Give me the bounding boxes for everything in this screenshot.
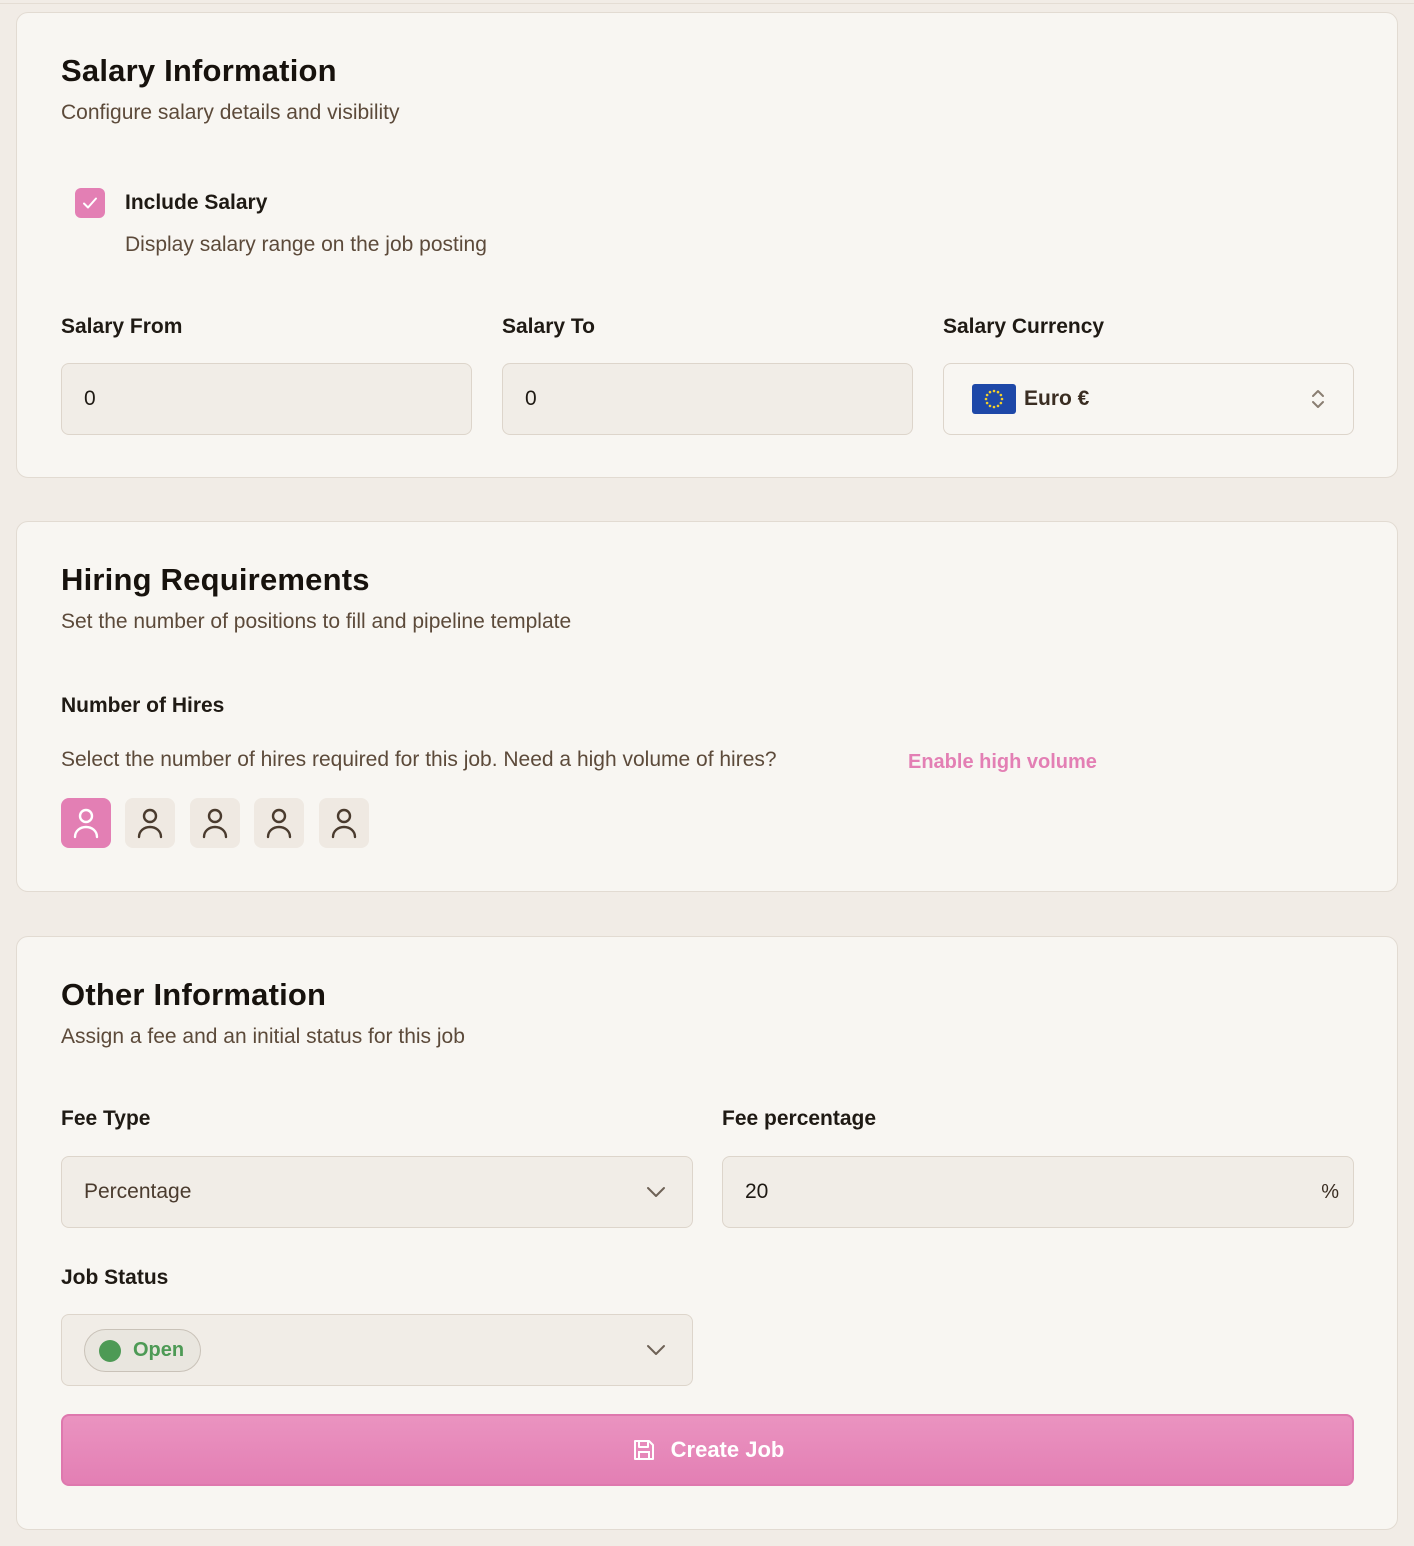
include-salary-checkbox[interactable]	[75, 188, 105, 218]
save-icon	[633, 1440, 654, 1460]
include-salary-label[interactable]: Include Salary	[125, 191, 267, 215]
eu-flag-icon	[972, 384, 1016, 414]
salary-subtitle: Configure salary details and visibility	[61, 101, 400, 124]
other-information-card: Other Information Assign a fee and an in…	[16, 936, 1398, 1530]
hiring-subtitle: Set the number of positions to fill and …	[61, 610, 572, 633]
other-title: Other Information	[61, 977, 327, 1012]
chevron-down-icon	[647, 1345, 665, 1355]
status-dot-icon	[99, 1339, 121, 1362]
chevron-up-down-icon	[1312, 390, 1324, 408]
fee-percentage-label: Fee percentage	[722, 1107, 877, 1130]
other-subtitle: Assign a fee and an initial status for t…	[61, 1025, 465, 1048]
user-icon	[202, 808, 228, 839]
salary-to-label: Salary To	[502, 315, 595, 338]
salary-information-card: Salary Information Configure salary deta…	[16, 12, 1398, 478]
hiring-requirements-card: Hiring Requirements Set the number of po…	[16, 521, 1398, 892]
fee-type-value: Percentage	[84, 1180, 192, 1203]
salary-currency-value: Euro €	[1024, 387, 1090, 410]
hire-option-1[interactable]	[61, 798, 111, 848]
salary-title: Salary Information	[61, 53, 337, 88]
hire-option-2[interactable]	[125, 798, 175, 848]
percent-suffix: %	[1321, 1180, 1339, 1203]
number-of-hires-label: Number of Hires	[61, 694, 225, 717]
fee-type-select[interactable]: Percentage	[61, 1156, 693, 1228]
create-job-button[interactable]: Create Job	[61, 1414, 1354, 1486]
hire-option-3[interactable]	[190, 798, 240, 848]
user-icon	[266, 808, 292, 839]
fee-type-label: Fee Type	[61, 1107, 151, 1130]
salary-currency-select[interactable]: Euro €	[943, 363, 1354, 435]
user-icon	[331, 808, 357, 839]
chevron-down-icon	[647, 1187, 665, 1197]
top-divider	[0, 3, 1414, 4]
salary-to-value[interactable]	[503, 364, 912, 434]
fee-percentage-value[interactable]	[723, 1157, 1353, 1227]
enable-high-volume-link[interactable]: Enable high volume	[908, 751, 1097, 774]
user-icon	[73, 808, 99, 839]
status-badge: Open	[84, 1329, 202, 1372]
salary-to-input[interactable]	[502, 363, 913, 435]
job-status-label: Job Status	[61, 1266, 169, 1289]
salary-from-label: Salary From	[61, 315, 183, 338]
hiring-title: Hiring Requirements	[61, 562, 370, 597]
user-icon	[137, 808, 163, 839]
check-icon	[83, 197, 97, 209]
hire-option-5[interactable]	[319, 798, 369, 848]
job-status-value: Open	[133, 1339, 185, 1361]
fee-percentage-input[interactable]: %	[722, 1156, 1354, 1228]
job-status-select[interactable]: Open	[61, 1314, 693, 1386]
salary-from-input[interactable]	[61, 363, 472, 435]
hire-option-4[interactable]	[254, 798, 304, 848]
create-job-label: Create Job	[670, 1437, 785, 1462]
include-salary-description: Display salary range on the job posting	[125, 233, 487, 256]
salary-currency-label: Salary Currency	[943, 315, 1105, 338]
hires-description: Select the number of hires required for …	[61, 748, 777, 771]
salary-from-value[interactable]	[62, 364, 471, 434]
